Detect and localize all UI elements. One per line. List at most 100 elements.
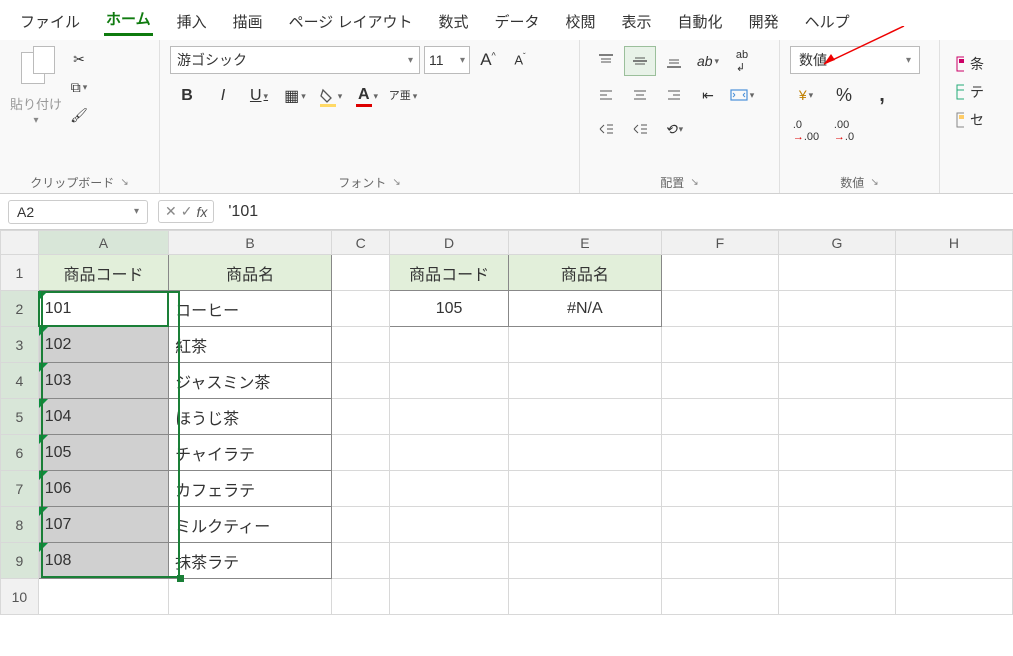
menu-tab-挿入[interactable]: 挿入 [175,9,209,36]
cell-A3[interactable]: 102 [38,327,168,363]
cell-D8[interactable] [390,507,509,543]
align-bottom-button[interactable] [658,46,690,76]
cell-G2[interactable] [778,291,895,327]
cell-B3[interactable]: 紅茶 [169,327,332,363]
fill-color-button[interactable] [314,80,348,112]
select-all-corner[interactable] [1,231,39,255]
menu-tab-数式[interactable]: 数式 [436,9,470,36]
cell-E8[interactable] [508,507,661,543]
align-right-button[interactable] [658,80,690,110]
cell-H8[interactable] [895,507,1012,543]
cell-H5[interactable] [895,399,1012,435]
format-painter-icon[interactable]: 🖌 [70,106,88,124]
cell-A4[interactable]: 103 [38,363,168,399]
cell-styles-button[interactable]: セ [956,110,984,130]
border-button[interactable]: ▦ [278,80,312,112]
font-color-button[interactable]: A [350,80,384,112]
row-header-4[interactable]: 4 [1,363,39,399]
font-launcher-icon[interactable]: ↘ [392,177,400,188]
cell-H10[interactable] [895,579,1012,615]
cell-G9[interactable] [778,543,895,579]
orientation2-button[interactable]: ⟲ [658,114,690,144]
cell-D9[interactable] [390,543,509,579]
cell-D3[interactable] [390,327,509,363]
cell-D4[interactable] [390,363,509,399]
cell-A10[interactable] [38,579,168,615]
cell-B9[interactable]: 抹茶ラテ [169,543,332,579]
cell-F2[interactable] [661,291,778,327]
cell-C7[interactable] [332,471,390,507]
cancel-formula-icon[interactable]: ✕ [165,203,177,220]
number-launcher-icon[interactable]: ↘ [870,177,878,188]
cell-G5[interactable] [778,399,895,435]
cell-C2[interactable] [332,291,390,327]
cell-E7[interactable] [508,471,661,507]
cell-G7[interactable] [778,471,895,507]
increase-decimal-button[interactable]: .0→.00 [790,116,822,146]
cell-G1[interactable] [778,255,895,291]
cell-D2[interactable]: 105 [390,291,509,327]
cell-B6[interactable]: チャイラテ [169,435,332,471]
copy-icon[interactable]: ⧉ [70,78,88,96]
cell-C8[interactable] [332,507,390,543]
cell-C1[interactable] [332,255,390,291]
menu-tab-ヘルプ[interactable]: ヘルプ [803,9,852,36]
cell-F10[interactable] [661,579,778,615]
underline-button[interactable]: U [242,80,276,112]
paste-button[interactable]: 貼り付け ▾ [10,46,62,126]
clipboard-launcher-icon[interactable]: ↘ [120,177,128,188]
cell-H7[interactable] [895,471,1012,507]
cell-E9[interactable] [508,543,661,579]
cell-A6[interactable]: 105 [38,435,168,471]
cell-E1[interactable]: 商品名 [508,255,661,291]
fx-icon[interactable]: fx [196,204,207,220]
row-header-7[interactable]: 7 [1,471,39,507]
cell-B4[interactable]: ジャスミン茶 [169,363,332,399]
shrink-font-button[interactable]: Aˇ [506,46,534,74]
cell-C9[interactable] [332,543,390,579]
menu-tab-ページ レイアウト[interactable]: ページ レイアウト [287,9,415,36]
cell-B7[interactable]: カフェラテ [169,471,332,507]
cell-G6[interactable] [778,435,895,471]
fill-handle[interactable] [177,575,184,582]
cell-E3[interactable] [508,327,661,363]
format-table-button[interactable]: テ [956,82,984,102]
col-header-E[interactable]: E [508,231,661,255]
conditional-format-button[interactable]: 条 [956,54,984,74]
bold-button[interactable]: B [170,80,204,112]
formula-input[interactable]: '101 [222,200,1013,224]
row-header-5[interactable]: 5 [1,399,39,435]
menu-tab-開発[interactable]: 開発 [747,9,781,36]
align-top-button[interactable] [590,46,622,76]
col-header-G[interactable]: G [778,231,895,255]
phonetic-button[interactable]: ア亜 [386,80,420,112]
col-header-H[interactable]: H [895,231,1012,255]
menu-tab-ホーム[interactable]: ホーム [104,6,153,36]
cell-B2[interactable]: コーヒー [169,291,332,327]
align-middle-button[interactable] [624,46,656,76]
cell-A1[interactable]: 商品コード [38,255,168,291]
cell-F8[interactable] [661,507,778,543]
number-format-select[interactable]: 数値▾ [790,46,920,74]
cell-G10[interactable] [778,579,895,615]
name-box[interactable]: A2▾ [8,200,148,224]
grow-font-button[interactable]: A^ [474,46,502,74]
cell-G3[interactable] [778,327,895,363]
align-launcher-icon[interactable]: ↘ [690,177,698,188]
align-left-button[interactable] [590,80,622,110]
percent-button[interactable]: % [828,80,860,110]
enter-formula-icon[interactable]: ✓ [181,203,193,220]
cell-B5[interactable]: ほうじ茶 [169,399,332,435]
cell-F6[interactable] [661,435,778,471]
align-center-button[interactable] [624,80,656,110]
col-header-F[interactable]: F [661,231,778,255]
cell-D1[interactable]: 商品コード [390,255,509,291]
cell-F3[interactable] [661,327,778,363]
cell-D7[interactable] [390,471,509,507]
row-header-2[interactable]: 2 [1,291,39,327]
indent-decrease-button[interactable]: ⇤ [692,80,724,110]
wrap-text-button[interactable]: ab↲ [726,46,758,76]
menu-tab-校閲[interactable]: 校閲 [564,9,598,36]
cell-D10[interactable] [390,579,509,615]
cell-G4[interactable] [778,363,895,399]
